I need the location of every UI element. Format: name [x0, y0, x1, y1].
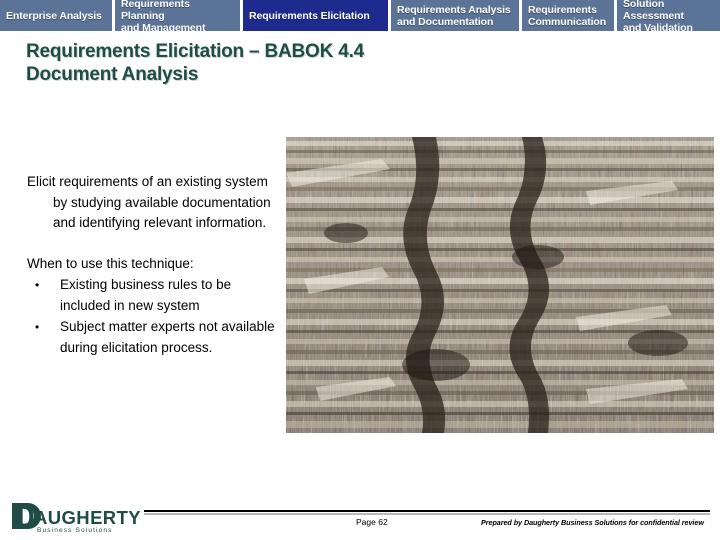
tab-label: Requirements Communication — [528, 3, 607, 28]
logo-wordmark: AUGHERTY — [34, 507, 141, 528]
process-navigation-tabs: Enterprise Analysis Requirements Plannin… — [0, 0, 720, 31]
when-to-use-heading: When to use this technique: — [27, 255, 194, 271]
tab-solution-assessment-and-validation[interactable]: Solution Assessment and Validation — [617, 0, 720, 31]
slide-body-text: Elicit requirements of an existing syste… — [27, 172, 282, 358]
tab-requirements-elicitation[interactable]: Requirements Elicitation — [243, 0, 388, 31]
tab-requirements-planning-and-management[interactable]: Requirements Planning and Management — [115, 0, 240, 31]
logo-tagline: Business Solutions — [37, 527, 113, 534]
page-number: Page 62 — [356, 517, 388, 527]
footer-divider — [144, 510, 710, 512]
svg-text:D: D — [16, 502, 35, 531]
slide-title: Requirements Elicitation – BABOK 4.4 Doc… — [26, 41, 365, 85]
tab-label: Requirements Analysis and Documentation — [397, 3, 511, 28]
tab-requirements-communication[interactable]: Requirements Communication — [522, 0, 614, 31]
tab-label: Enterprise Analysis — [6, 9, 102, 22]
tab-requirements-analysis-and-documentation[interactable]: Requirements Analysis and Documentation — [391, 0, 519, 31]
stacked-documents-photo — [286, 137, 714, 433]
technique-definition: Elicit requirements of an existing syste… — [27, 172, 282, 234]
footer-divider-shadow — [144, 513, 710, 515]
confidentiality-notice: Prepared by Daugherty Business Solutions… — [481, 518, 704, 527]
bullet-dot-icon: • — [35, 320, 40, 334]
tab-label: Requirements Elicitation — [249, 9, 370, 22]
list-item: • Existing business rules to be included… — [27, 275, 282, 316]
bullet-dot-icon: • — [35, 278, 40, 292]
when-to-use-list: • Existing business rules to be included… — [27, 275, 282, 358]
tab-label: Requirements Planning and Management — [121, 0, 206, 31]
list-item-label: Existing business rules to be included i… — [60, 277, 232, 313]
list-item-label: Subject matter experts not available dur… — [60, 319, 275, 355]
definition-first-line: Elicit requirements of an existing — [27, 174, 222, 189]
daugherty-logo: D AUGHERTY Business Solutions — [10, 501, 142, 535]
tab-label: Solution Assessment and Validation — [623, 0, 693, 31]
tab-enterprise-analysis[interactable]: Enterprise Analysis — [0, 0, 112, 31]
list-item: • Subject matter experts not available d… — [27, 317, 282, 358]
